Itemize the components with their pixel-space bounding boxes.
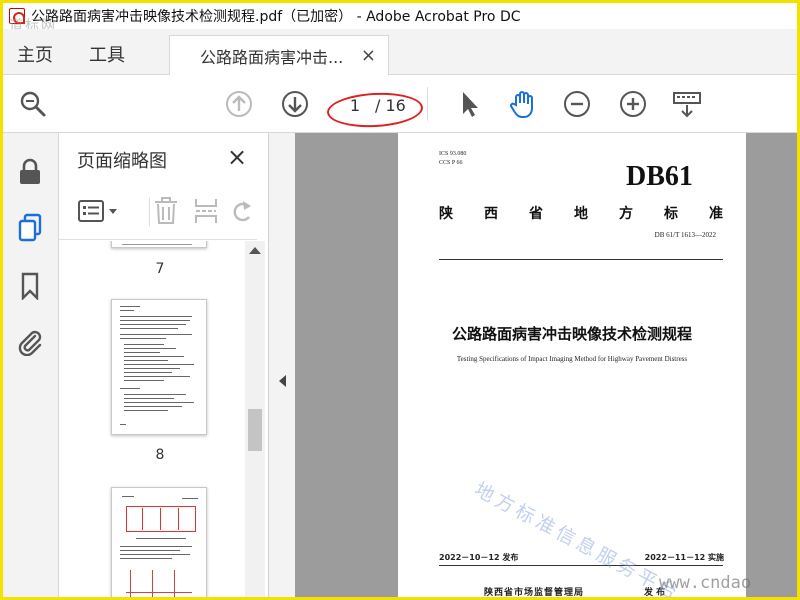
rotate-icon [233,201,251,222]
zoom-out-button[interactable] [561,88,593,120]
panel-close-icon[interactable]: × [227,143,247,171]
navigation-rail [3,133,59,597]
next-page-button[interactable] [279,88,311,120]
tab-home[interactable]: 主页 [17,41,53,67]
document-title: 公路路面病害冲击映像技术检测规程 [451,325,692,343]
lock-icon [20,158,40,184]
page-thumbnail[interactable] [111,299,207,435]
issue-date: 2022－10－12 发布 [439,553,519,562]
scrollbar-thumb[interactable] [248,409,262,451]
document-title-english: Testing Specifications of Impact Imaging… [456,355,688,363]
window-title: 公路路面病害冲击映像技术检测规程.pdf（已加密） - Adobe Acroba… [31,9,521,25]
zoom-in-button[interactable] [617,88,649,120]
zoom-search-button[interactable] [17,88,49,120]
tab-document[interactable]: 公路路面病害冲击... × [169,35,389,75]
panel-title: 页面缩略图 [77,151,167,172]
page-thumbnails-button[interactable] [13,211,47,245]
ics-code: ICS 93.080 CCS P 66 [439,151,467,166]
thumbnail-label: 8 [155,447,165,463]
watermark-bottom-right: www.cndao [659,573,752,593]
standard-number: DB 61/T 1613—2022 [654,231,716,239]
app-window: 公路路面病害冲击映像技术检测规程.pdf（已加密） - Adobe Acroba… [0,0,800,600]
options-menu-icon [78,200,117,222]
tab-bar: 主页 工具 公路路面病害冲击... × [3,29,797,75]
page-thumbnails-icon [18,213,42,242]
panel-toolbar [59,185,257,240]
security-button[interactable] [13,155,47,189]
prev-page-button[interactable] [223,88,255,120]
extract-page-button[interactable] [193,197,219,229]
footer-rule [439,565,723,566]
select-cursor-icon [463,92,478,117]
prev-page-icon [226,91,252,117]
tab-tools[interactable]: 工具 [89,41,125,67]
standard-code: DB61 [626,161,693,192]
standard-category: 陕 西 省 地 方 标 准 [439,206,723,222]
bookmark-icon [21,272,39,300]
thumbnails-list: 7 8 [59,241,245,597]
zoom-in-icon [620,91,646,117]
page-thumbnail[interactable] [111,241,207,248]
paperclip-icon [18,330,42,356]
collapse-panel-arrow-icon[interactable] [279,375,286,387]
scroll-up-arrow-icon[interactable] [249,247,261,254]
keyboard-icon [673,92,701,118]
thumbnails-scrollbar[interactable] [245,241,265,597]
hand-tool-button[interactable] [507,88,539,120]
thumbnail-chart-graphic [126,506,196,532]
thumbnail-options-button[interactable] [77,198,123,228]
header-rule [439,259,723,260]
zoom-search-icon [20,91,46,117]
rotate-page-button[interactable] [231,197,253,229]
next-page-icon [282,91,308,117]
page-thumbnail[interactable] [111,487,207,597]
attachments-button[interactable] [13,325,47,359]
title-bar: 公路路面病害冲击映像技术检测规程.pdf（已加密） - Adobe Acroba… [3,3,797,29]
implementation-date: 2022－11－12 实施 [644,553,724,562]
delete-page-button[interactable] [153,197,179,229]
thumbnail-label: 7 [155,261,165,277]
issuing-authority: 陕西省市场监督管理局 [484,588,585,598]
bookmarks-button[interactable] [13,269,47,303]
tab-document-label: 公路路面病害冲击... [200,47,344,67]
tab-close-icon[interactable]: × [361,45,376,66]
page-split-icon [195,199,217,223]
hand-tool-icon [510,91,533,118]
select-tool-button[interactable] [453,88,485,120]
keyboard-tool-button[interactable] [671,88,703,120]
zoom-out-icon [564,91,590,117]
toolbar-divider [427,87,428,121]
trash-icon [155,197,177,224]
panel-toolbar-divider [149,198,150,226]
thumbnails-panel: 页面缩略图 × 7 8 [59,133,269,597]
